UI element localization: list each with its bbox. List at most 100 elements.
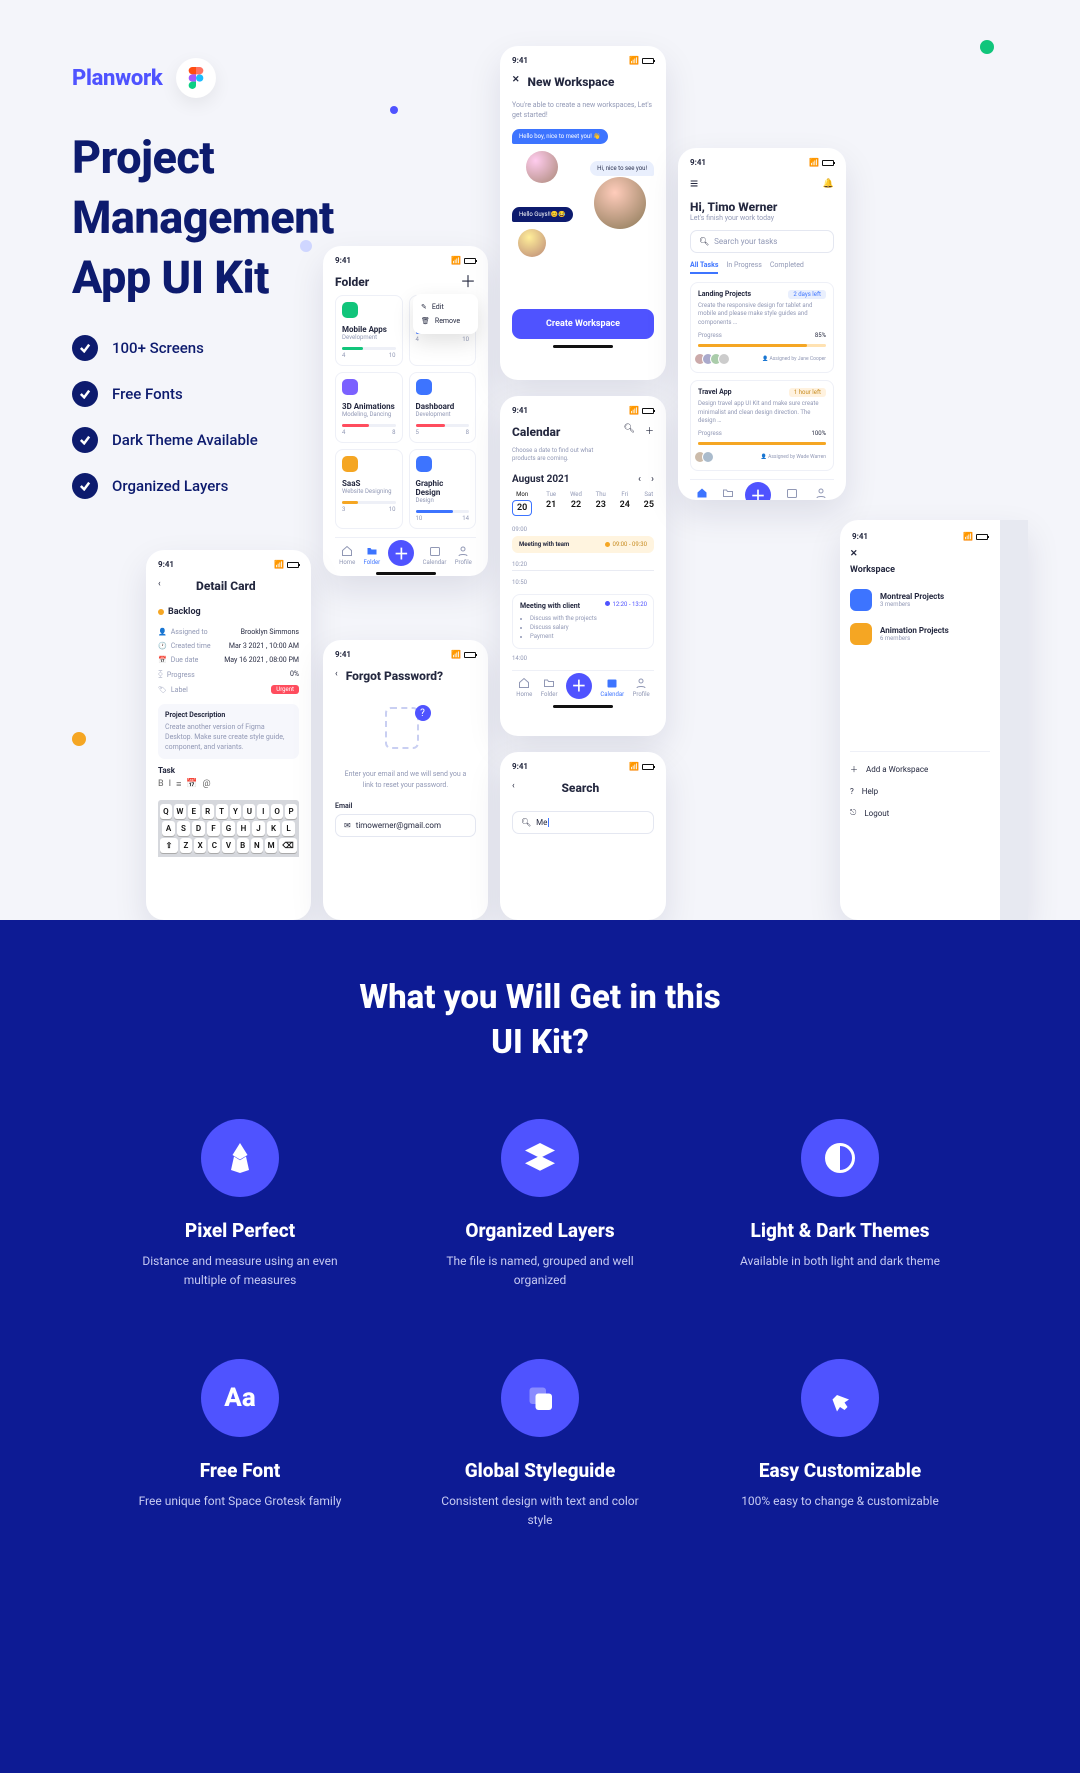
key[interactable]: K: [267, 821, 280, 836]
headline-l2: Management: [72, 191, 334, 244]
key[interactable]: Q: [160, 804, 172, 819]
nav-home[interactable]: Home: [339, 545, 355, 566]
key[interactable]: W: [174, 804, 186, 819]
key[interactable]: G: [222, 821, 235, 836]
key[interactable]: F: [207, 821, 220, 836]
day[interactable]: Wed22: [570, 491, 582, 516]
feature-free-font: Aa Free FontFree unique font Space Grote…: [110, 1359, 370, 1529]
nav-calendar[interactable]: Calendar: [780, 487, 804, 500]
task-card[interactable]: Landing Projects2 days left Create the r…: [690, 282, 834, 373]
add-workspace[interactable]: ＋Add a Workspace: [850, 758, 990, 781]
task-title: Task: [158, 766, 299, 775]
workspace-item[interactable]: Montreal Projects3 members: [850, 583, 990, 617]
tab-all[interactable]: All Tasks: [690, 261, 718, 274]
key[interactable]: E: [188, 804, 200, 819]
prev-icon[interactable]: ‹: [638, 474, 641, 485]
logout[interactable]: ⎋Logout: [850, 802, 990, 824]
feature-customizable: Easy Customizable100% easy to change & c…: [710, 1359, 970, 1529]
workspace-item[interactable]: Animation Projects6 members: [850, 617, 990, 651]
nav-home[interactable]: Home: [516, 677, 532, 698]
fmt-icon[interactable]: B: [158, 779, 164, 790]
close-icon[interactable]: ✕: [512, 75, 520, 85]
nav-add[interactable]: ＋: [566, 673, 592, 699]
context-menu[interactable]: ✎Edit 🗑Remove: [413, 294, 478, 334]
search-input[interactable]: 🔍︎Me: [512, 811, 654, 834]
key[interactable]: C: [208, 838, 220, 853]
folder-card[interactable]: DashboardDevelopment 58: [409, 372, 477, 443]
bell-icon[interactable]: 🔔: [823, 179, 834, 189]
key[interactable]: P: [285, 804, 297, 819]
key[interactable]: Y: [230, 804, 242, 819]
tab-progress[interactable]: In Progress: [726, 261, 761, 274]
screen-search: 9:41📶 ‹Search 🔍︎Me: [500, 752, 666, 920]
day[interactable]: Sat25: [644, 491, 654, 516]
key[interactable]: ⌫: [279, 838, 297, 853]
key[interactable]: I: [257, 804, 269, 819]
folder-card[interactable]: 3D AnimationsModeling, Dancing 48: [335, 372, 403, 443]
key[interactable]: H: [237, 821, 250, 836]
folder-card[interactable]: Mobile AppsDevelopment 410: [335, 295, 403, 366]
key[interactable]: B: [237, 838, 249, 853]
nav-folder[interactable]: Folder: [363, 545, 380, 566]
key[interactable]: D: [192, 821, 205, 836]
keyboard[interactable]: QWERTYUIOP ASDFGHJKL ⇧ZXCVBNM⌫: [158, 800, 299, 857]
menu-icon[interactable]: ≡: [690, 175, 698, 192]
day[interactable]: Fri24: [620, 491, 630, 516]
key[interactable]: T: [216, 804, 228, 819]
key[interactable]: N: [251, 838, 263, 853]
key[interactable]: Z: [180, 838, 192, 853]
hero-headline: Project Management App UI Kit: [72, 128, 334, 308]
nav-add[interactable]: ＋: [388, 540, 414, 566]
nav-folder[interactable]: Folder: [541, 677, 558, 698]
event-title[interactable]: Meeting with team: [519, 541, 569, 548]
next-icon[interactable]: ›: [651, 474, 654, 485]
key[interactable]: U: [243, 804, 255, 819]
key[interactable]: ⇧: [160, 838, 178, 853]
feature-themes: Light & Dark ThemesAvailable in both lig…: [710, 1119, 970, 1289]
key[interactable]: V: [222, 838, 234, 853]
key[interactable]: O: [271, 804, 283, 819]
avatar: [526, 151, 558, 183]
menu-edit[interactable]: ✎Edit: [419, 300, 472, 314]
nav-folder[interactable]: Folder: [719, 487, 736, 500]
contrast-icon: [801, 1119, 879, 1197]
nav-profile[interactable]: Profile: [455, 545, 472, 566]
day[interactable]: Mon20: [512, 491, 532, 516]
create-workspace-button[interactable]: Create Workspace: [512, 309, 654, 339]
task-card[interactable]: Travel App1 hour left Design travel app …: [690, 380, 834, 471]
key[interactable]: R: [202, 804, 214, 819]
folder-card[interactable]: Graphic DesignDesign 1014: [409, 449, 477, 529]
user-icon: 👤: [158, 628, 167, 636]
key[interactable]: L: [282, 821, 295, 836]
event-card[interactable]: Meeting with client 12:20 - 13:20 Discus…: [512, 594, 654, 649]
status-time: 9:41: [335, 256, 351, 265]
nav-add[interactable]: ＋: [745, 482, 771, 500]
nav-profile[interactable]: Profile: [812, 487, 829, 500]
search-input[interactable]: 🔍︎Search your tasks: [690, 230, 834, 253]
nav-profile[interactable]: Profile: [633, 677, 650, 698]
add-icon[interactable]: ＋: [645, 424, 654, 437]
folder-icon: [342, 302, 358, 318]
email-field[interactable]: ✉timowerner@gmail.com: [335, 814, 476, 837]
tab-completed[interactable]: Completed: [770, 261, 804, 274]
search-icon[interactable]: 🔍︎: [624, 424, 635, 437]
close-icon[interactable]: ✕: [850, 549, 858, 559]
day[interactable]: Tue21: [546, 491, 556, 516]
back-icon[interactable]: ‹: [512, 781, 515, 791]
key[interactable]: M: [265, 838, 277, 853]
back-icon[interactable]: ‹: [335, 669, 338, 679]
folder-card[interactable]: SaaSWebsite Designing 310: [335, 449, 403, 529]
nav-calendar[interactable]: Calendar: [600, 677, 624, 698]
day[interactable]: Thu23: [596, 491, 606, 516]
help[interactable]: ?Help: [850, 781, 990, 802]
back-icon[interactable]: ‹: [158, 579, 161, 589]
nav-home[interactable]: Home: [694, 487, 710, 500]
key[interactable]: S: [177, 821, 190, 836]
key[interactable]: A: [162, 821, 175, 836]
nav-calendar[interactable]: Calendar: [423, 545, 447, 566]
menu-remove[interactable]: 🗑Remove: [419, 314, 472, 328]
add-icon[interactable]: ＋: [460, 268, 476, 292]
kbd-row-3: ⇧ZXCVBNM⌫: [160, 838, 297, 853]
key[interactable]: J: [252, 821, 265, 836]
key[interactable]: X: [194, 838, 206, 853]
